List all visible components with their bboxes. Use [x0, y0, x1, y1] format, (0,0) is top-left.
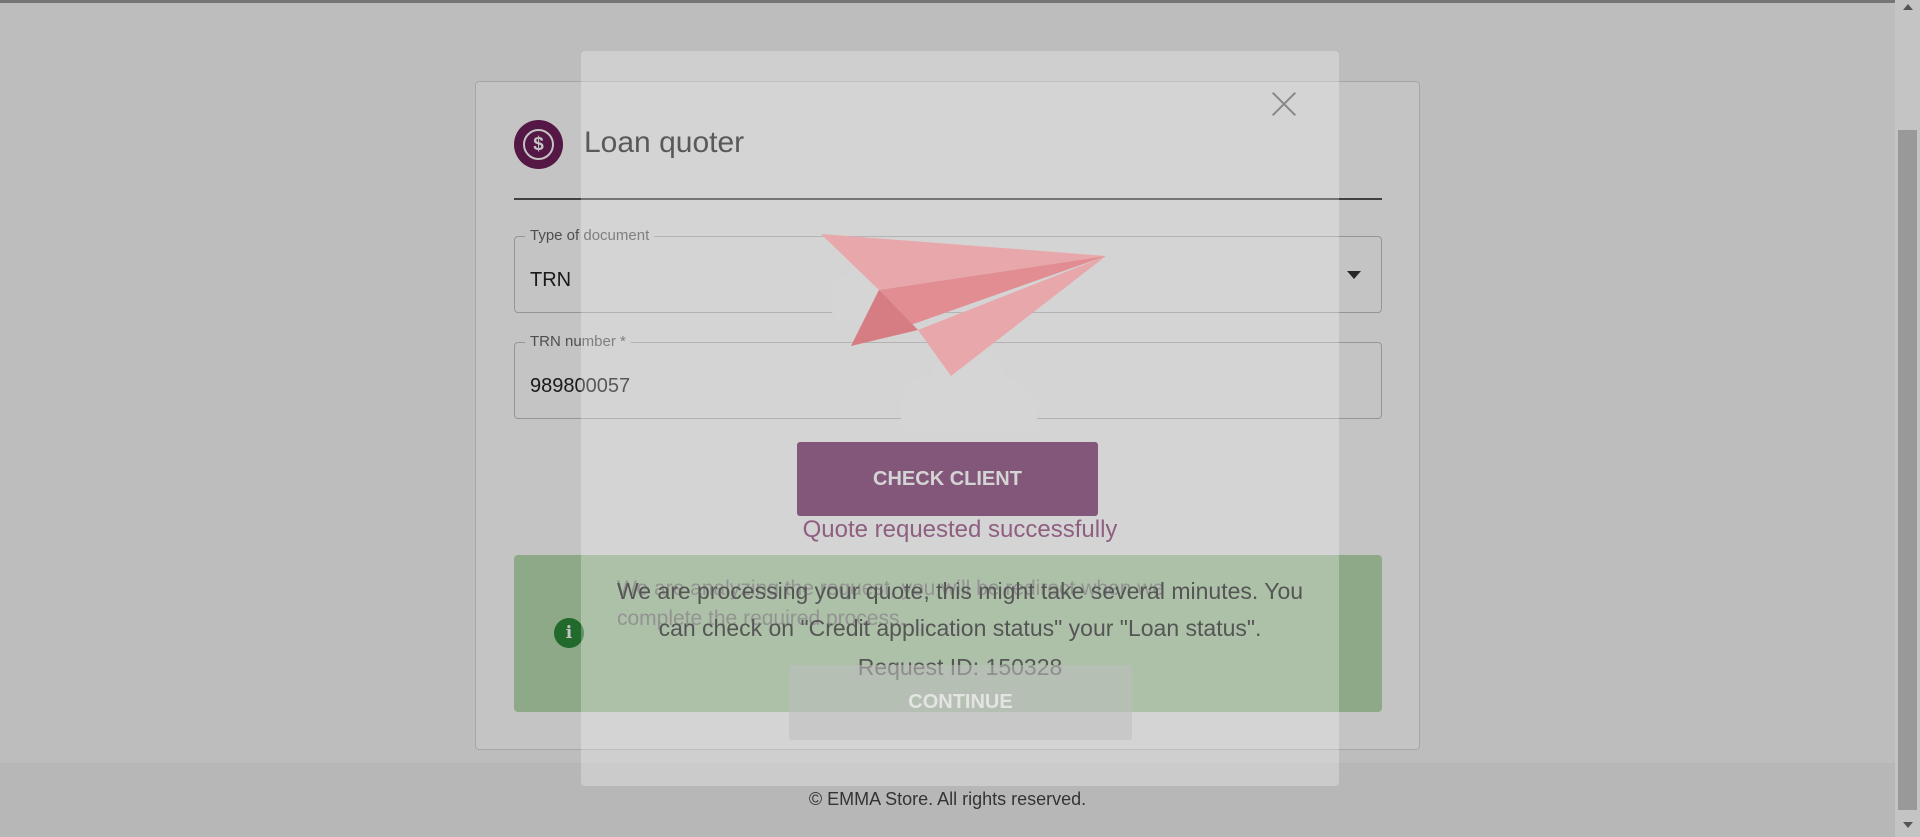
- vertical-scrollbar[interactable]: [1895, 0, 1920, 837]
- modal-message: We are processing your quote, this might…: [616, 578, 1304, 641]
- scroll-down-arrow-icon[interactable]: [1903, 822, 1913, 828]
- continue-button[interactable]: CONTINUE: [789, 665, 1132, 740]
- paper-plane-icon: [821, 234, 1106, 431]
- quote-success-modal: Quote requested successfully We are proc…: [581, 51, 1339, 786]
- scrollbar-thumb[interactable]: [1898, 130, 1917, 810]
- modal-status-title: Quote requested successfully: [802, 516, 1118, 543]
- close-icon[interactable]: [1269, 89, 1299, 119]
- scroll-up-arrow-icon[interactable]: [1903, 4, 1913, 10]
